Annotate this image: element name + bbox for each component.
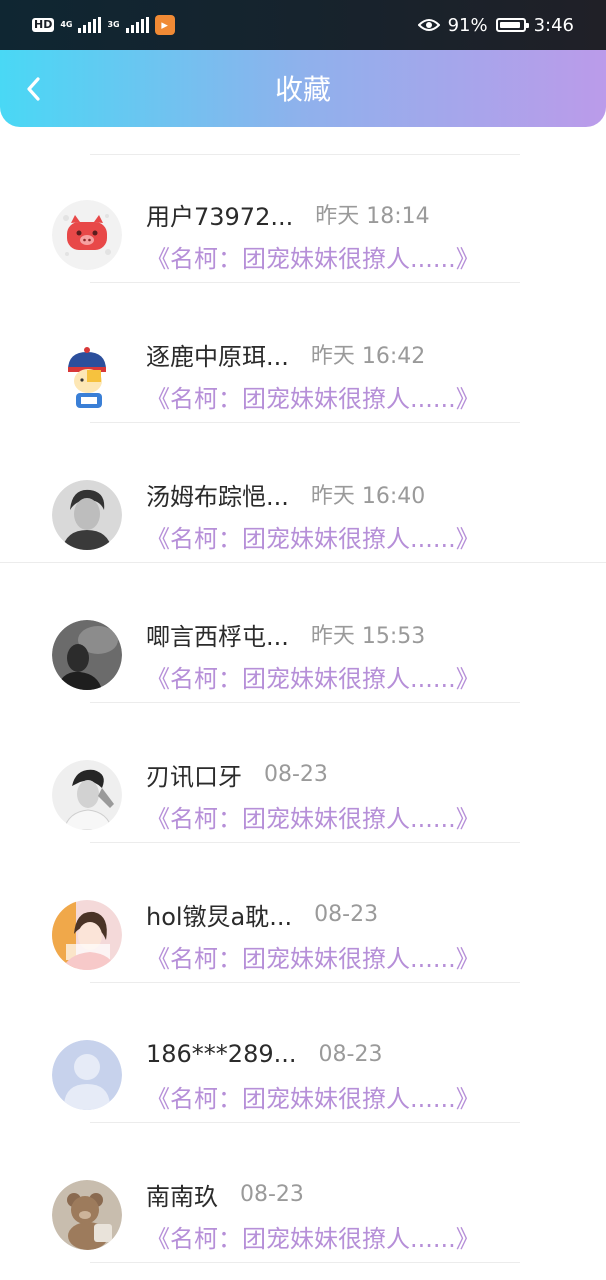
list-item[interactable]: 186***289... 08-23 《名柯：团宠妹妹很撩人......》 [0, 982, 606, 1123]
list-item[interactable]: 逐鹿中原珥... 昨天 16:42 《名柯：团宠妹妹很撩人......》 [0, 282, 606, 423]
avatar[interactable] [52, 620, 122, 690]
photo-avatar-icon [52, 620, 122, 690]
list-item[interactable]: 用户73972... 昨天 18:14 《名柯：团宠妹妹很撩人......》 [0, 142, 606, 283]
avatar[interactable] [52, 900, 122, 970]
book-title[interactable]: 《名柯：团宠妹妹很撩人......》 [146, 662, 480, 696]
item-time: 08-23 [314, 901, 379, 927]
app-notification-icon: ▸ [154, 15, 175, 35]
item-header: 逐鹿中原珥... 昨天 16:42 [146, 336, 425, 372]
network-type-label: 4G [60, 20, 73, 29]
battery-percent: 91% [447, 14, 488, 36]
user-name: 汤姆布踪悒... [146, 482, 289, 511]
item-header: 唧言西桴屯... 昨天 15:53 [146, 616, 425, 652]
item-header: 用户73972... 昨天 18:14 [146, 196, 430, 232]
battery-icon [495, 18, 529, 32]
network-type-label: 3G [107, 20, 120, 29]
list-item[interactable]: 唧言西桴屯... 昨天 15:53 《名柯：团宠妹妹很撩人......》 [0, 562, 606, 703]
item-time: 08-23 [240, 1181, 304, 1207]
photo-avatar-icon [52, 480, 122, 550]
status-right: 91% 3:46 [417, 14, 574, 36]
avatar[interactable] [52, 340, 122, 410]
user-name: 刃讯口牙 [146, 762, 242, 791]
battery-fill [499, 22, 520, 28]
book-title[interactable]: 《名柯：团宠妹妹很撩人......》 [146, 382, 480, 416]
item-header: 186***289... 08-23 [146, 1036, 382, 1072]
teddy-bear-avatar-icon [52, 1180, 122, 1250]
book-title[interactable]: 《名柯：团宠妹妹很撩人......》 [146, 802, 480, 836]
photo-avatar-icon [52, 900, 122, 970]
user-name: 186***289... [146, 1040, 297, 1068]
signal-icon [78, 17, 102, 33]
item-header: 汤姆布踪悒... 昨天 16:40 [146, 476, 425, 512]
item-header: hol镦炅a耽... 08-23 [146, 896, 378, 932]
page-title: 收藏 [274, 73, 331, 106]
book-title[interactable]: 《名柯：团宠妹妹很撩人......》 [146, 1222, 480, 1256]
avatar[interactable] [52, 200, 122, 270]
list-item[interactable]: 汤姆布踪悒... 昨天 16:40 《名柯：团宠妹妹很撩人......》 [0, 422, 606, 563]
avatar[interactable] [52, 1040, 122, 1110]
item-header: 刃讯口牙 08-23 [146, 756, 328, 792]
item-time: 昨天 16:40 [310, 484, 426, 509]
book-title[interactable]: 《名柯：团宠妹妹很撩人......》 [146, 522, 480, 556]
list-item[interactable]: 刃讯口牙 08-23 《名柯：团宠妹妹很撩人......》 [0, 702, 606, 843]
book-title[interactable]: 《名柯：团宠妹妹很撩人......》 [146, 242, 480, 276]
status-left: HD 4G 3G ▸ [32, 14, 175, 36]
status-bar: HD 4G 3G ▸ 91% 3:46 [0, 0, 606, 50]
user-name: 逐鹿中原珥... [146, 342, 289, 371]
photo-avatar-icon [52, 760, 122, 830]
clock: 3:46 [533, 14, 574, 36]
list-item[interactable]: hol镦炅a耽... 08-23 《名柯：团宠妹妹很撩人......》 [0, 842, 606, 983]
favorites-list: 用户73972... 昨天 18:14 《名柯：团宠妹妹很撩人......》 逐… [0, 142, 606, 1263]
avatar[interactable] [52, 760, 122, 830]
item-time: 昨天 16:42 [310, 344, 426, 369]
divider [90, 1262, 520, 1263]
avatar[interactable] [52, 1180, 122, 1250]
pig-avatar-icon [52, 200, 122, 270]
avatar[interactable] [52, 480, 122, 550]
list-item[interactable]: 南南玖 08-23 《名柯：团宠妹妹很撩人......》 [0, 1122, 606, 1263]
item-header: 南南玖 08-23 [146, 1176, 304, 1212]
item-time: 08-23 [264, 761, 328, 787]
hd-icon: HD [32, 18, 55, 32]
item-time: 昨天 18:14 [315, 204, 430, 229]
eye-icon [417, 19, 440, 31]
user-name: 用户73972... [146, 202, 294, 231]
cartoon-avatar-icon [52, 340, 122, 410]
user-name: hol镦炅a耽... [146, 902, 293, 931]
header-bar: 收藏 [0, 50, 606, 127]
book-title[interactable]: 《名柯：团宠妹妹很撩人......》 [146, 942, 480, 976]
item-time: 08-23 [318, 1041, 383, 1067]
book-title[interactable]: 《名柯：团宠妹妹很撩人......》 [146, 1082, 480, 1116]
default-user-icon [52, 1040, 122, 1110]
user-name: 南南玖 [146, 1182, 218, 1211]
signal-icon [125, 17, 149, 33]
user-name: 唧言西桴屯... [146, 622, 289, 651]
item-time: 昨天 15:53 [310, 624, 426, 649]
